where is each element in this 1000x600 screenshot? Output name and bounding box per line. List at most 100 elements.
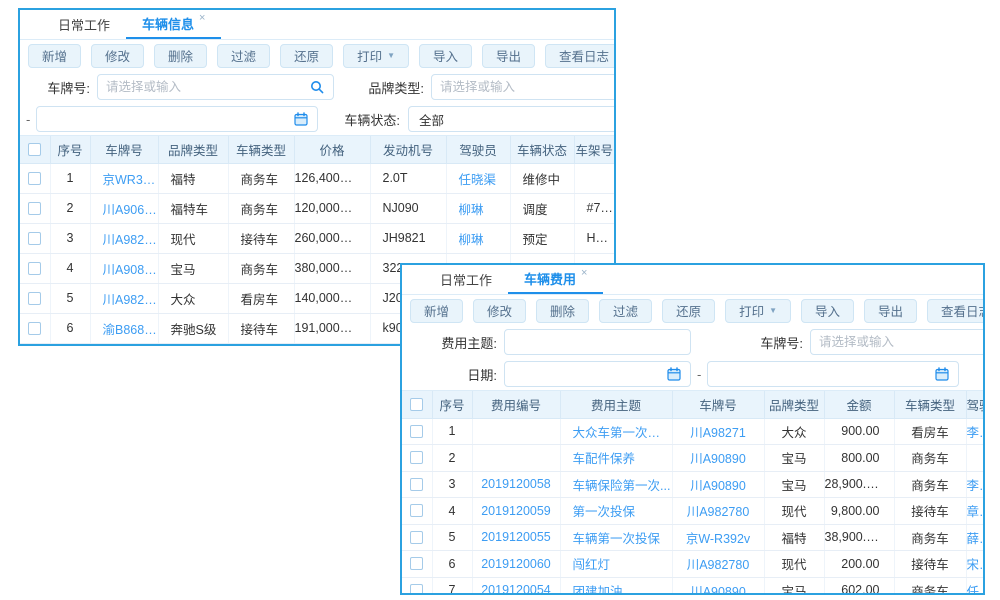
date-field[interactable] [45,112,293,126]
table-cell-link[interactable]: 川A982780 [90,223,158,253]
table-cell-link[interactable]: 京WR392v [90,163,158,193]
table-cell-link[interactable]: 薛宝峰 [966,524,983,551]
restore-button[interactable]: 还原 [662,299,715,323]
filter-button[interactable]: 过滤 [217,44,270,68]
tab-close-icon[interactable]: × [199,12,205,24]
import-button[interactable]: 导入 [419,44,472,68]
edit-button[interactable]: 修改 [473,299,526,323]
table-cell-link[interactable]: 2019120055 [472,524,560,551]
date-end-field[interactable] [716,367,934,381]
table-cell: 5 [50,283,90,313]
date-start-input[interactable] [504,361,691,387]
plate-number-input[interactable] [810,329,985,355]
edit-button[interactable]: 修改 [91,44,144,68]
calendar-icon[interactable] [293,111,309,127]
row-checkbox[interactable] [410,584,423,593]
row-checkbox[interactable] [28,202,41,215]
date-start-field[interactable] [513,367,666,381]
expense-subject-field[interactable] [513,335,682,349]
table-cell-link[interactable]: 团建加油 [560,577,672,593]
plate-number-field[interactable] [106,80,309,94]
table-cell-link[interactable]: 川A98271 [90,283,158,313]
tab-daily-work[interactable]: 日常工作 [42,10,126,39]
table-cell: 4 [432,498,472,525]
tab-daily-work[interactable]: 日常工作 [424,265,508,294]
table-cell-link[interactable]: 章燕 [966,498,983,525]
filter-button[interactable]: 过滤 [599,299,652,323]
print-button[interactable]: 打印▼ [343,44,409,68]
expense-subject-input[interactable] [504,329,691,355]
calendar-icon[interactable] [666,366,682,382]
table-cell [966,445,983,472]
row-checkbox[interactable] [410,531,423,544]
row-checkbox[interactable] [410,451,423,464]
delete-button[interactable]: 删除 [154,44,207,68]
row-checkbox[interactable] [28,172,41,185]
table-cell-link[interactable]: 任晓渠 [966,577,983,593]
import-button[interactable]: 导入 [801,299,854,323]
table-cell-link[interactable]: 2019120054 [472,577,560,593]
print-button[interactable]: 打印▼ [725,299,791,323]
table-cell-link[interactable]: 车辆保险第一次... [560,471,672,498]
row-checkbox[interactable] [410,478,423,491]
table-cell-link[interactable]: 川A98271 [672,418,764,445]
table-cell-link[interactable]: 李华 [966,471,983,498]
select-all-checkbox[interactable] [410,398,423,411]
date-input[interactable] [36,106,318,132]
search-icon[interactable] [309,79,325,95]
table-cell-link[interactable]: 京W-R392v [672,524,764,551]
table-cell-link[interactable]: 渝B86868 [90,313,158,343]
table-cell-link[interactable]: 车辆第一次投保 [560,524,672,551]
vehicle-status-select[interactable]: 全部 [408,106,616,132]
table-cell-link[interactable]: 2019120059 [472,498,560,525]
tab-close-icon[interactable]: × [581,267,587,279]
view-log-button[interactable]: 查看日志 [545,44,616,68]
table-cell-link[interactable]: 闯红灯 [560,551,672,578]
row-checkbox[interactable] [28,232,41,245]
table-cell-link[interactable]: 川A90890 [672,577,764,593]
plate-number-input[interactable] [97,74,334,100]
table-cell-link[interactable]: 车配件保养 [560,445,672,472]
delete-button[interactable]: 删除 [536,299,589,323]
table-cell: 6 [432,551,472,578]
row-checkbox[interactable] [410,425,423,438]
plate-number-field[interactable] [819,335,985,349]
table-cell-link[interactable]: 2019120058 [472,471,560,498]
add-button[interactable]: 新增 [28,44,81,68]
row-checkbox[interactable] [410,504,423,517]
date-end-input[interactable] [707,361,959,387]
export-button[interactable]: 导出 [482,44,535,68]
table-cell-link[interactable]: 柳琳 [446,193,510,223]
table-cell-link[interactable]: 川A90890 [672,471,764,498]
row-checkbox[interactable] [28,322,41,335]
table-cell-link[interactable]: 川A982780 [672,498,764,525]
table-cell-link[interactable]: 大众车第一次年检 [560,418,672,445]
tab-vehicle-info[interactable]: 车辆信息 × [126,10,221,39]
brand-type-field[interactable] [440,80,616,94]
calendar-icon[interactable] [934,366,950,382]
row-checkbox[interactable] [28,292,41,305]
tab-vehicle-expense[interactable]: 车辆费用 × [508,265,603,294]
brand-type-input[interactable] [431,74,616,100]
table-cell-link[interactable]: 川A90890 [672,445,764,472]
table-cell-link[interactable]: 川A982780 [672,551,764,578]
row-checkbox[interactable] [28,262,41,275]
table-cell-link[interactable]: 李华 [966,418,983,445]
restore-button[interactable]: 还原 [280,44,333,68]
table-cell-link[interactable]: 柳琳 [446,223,510,253]
row-checkbox[interactable] [410,557,423,570]
table-cell-link[interactable]: 川A90678 [90,193,158,223]
select-all-checkbox[interactable] [28,143,41,156]
table-cell-link[interactable]: 任晓渠 [446,163,510,193]
view-log-button[interactable]: 查看日志 [927,299,985,323]
table-cell-link[interactable]: 2019120060 [472,551,560,578]
plate-number-label: 车牌号: [20,78,90,97]
table-cell: 现代 [764,551,824,578]
table-cell-link[interactable]: 川A90890 [90,253,158,283]
table-cell-link[interactable]: 宋浩然 [966,551,983,578]
table-cell: 9,800.00 [824,498,894,525]
export-button[interactable]: 导出 [864,299,917,323]
add-button[interactable]: 新增 [410,299,463,323]
table-cell: H201... [574,223,614,253]
table-cell-link[interactable]: 第一次投保 [560,498,672,525]
